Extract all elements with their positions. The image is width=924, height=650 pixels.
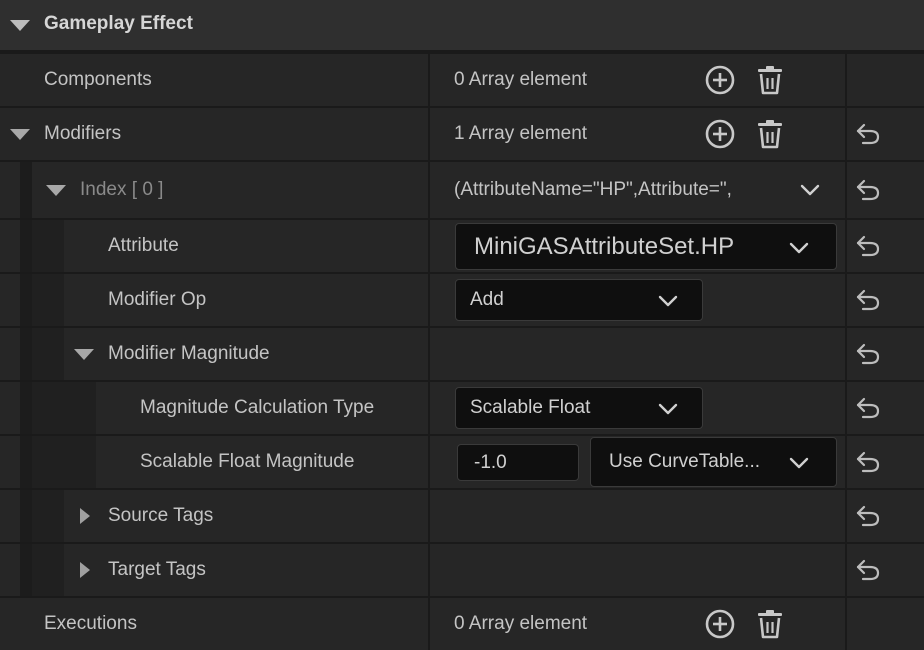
scalable-float-value-input[interactable]: -1.0 xyxy=(457,444,579,481)
delete-icon[interactable] xyxy=(753,117,787,151)
property-row-modifier-op: Modifier Op Add xyxy=(0,274,924,326)
property-row-attribute: Attribute MiniGASAttributeSet.HP xyxy=(0,220,924,272)
add-element-icon[interactable] xyxy=(703,63,737,97)
modifier-op-combo[interactable]: Add xyxy=(455,279,703,321)
reset-to-default-icon[interactable] xyxy=(855,288,881,312)
triangle-right-icon[interactable] xyxy=(80,562,90,578)
chevron-down-icon[interactable] xyxy=(799,183,821,197)
attribute-combo[interactable]: MiniGASAttributeSet.HP xyxy=(455,223,837,270)
modifier-op-value: Add xyxy=(470,289,504,310)
reset-to-default-icon[interactable] xyxy=(855,558,881,582)
reset-to-default-icon[interactable] xyxy=(855,342,881,366)
property-row-modifiers: Modifiers 1 Array element xyxy=(0,108,924,160)
reset-to-default-icon[interactable] xyxy=(855,122,881,146)
magnitude-calculation-type-value: Scalable Float xyxy=(470,397,591,418)
attribute-value: MiniGASAttributeSet.HP xyxy=(474,233,735,260)
property-label-magnitude-calculation-type: Magnitude Calculation Type xyxy=(140,397,375,418)
add-element-icon[interactable] xyxy=(703,117,737,151)
property-label-modifiers: Modifiers xyxy=(44,123,122,144)
curve-table-combo[interactable]: Use CurveTable... xyxy=(590,437,837,487)
property-label-modifier-op: Modifier Op xyxy=(108,289,207,310)
array-count-modifiers: 1 Array element xyxy=(454,123,588,144)
property-row-modifier-magnitude: Modifier Magnitude xyxy=(0,328,924,380)
reset-to-default-icon[interactable] xyxy=(855,450,881,474)
property-label-target-tags: Target Tags xyxy=(108,559,206,580)
reset-to-default-icon[interactable] xyxy=(855,504,881,528)
property-row-magnitude-calculation-type: Magnitude Calculation Type Scalable Floa… xyxy=(0,382,924,434)
add-element-icon[interactable] xyxy=(703,607,737,641)
chevron-down-icon[interactable] xyxy=(788,241,810,255)
array-index-label: Index xyxy=(80,179,127,200)
array-count-executions: 0 Array element xyxy=(454,613,588,634)
property-row-target-tags: Target Tags xyxy=(0,544,924,596)
property-row-executions: Executions 0 Array element xyxy=(0,598,924,650)
curve-table-value: Use CurveTable... xyxy=(609,451,761,472)
delete-icon[interactable] xyxy=(753,607,787,641)
property-label-components: Components xyxy=(44,69,152,90)
property-label-modifier-magnitude: Modifier Magnitude xyxy=(108,343,270,364)
delete-icon[interactable] xyxy=(753,63,787,97)
chevron-down-icon[interactable] xyxy=(788,456,810,470)
triangle-right-icon[interactable] xyxy=(80,508,90,524)
triangle-down-icon[interactable] xyxy=(10,20,30,31)
property-label-executions: Executions xyxy=(44,613,137,634)
property-label-source-tags: Source Tags xyxy=(108,505,214,526)
chevron-down-icon[interactable] xyxy=(657,294,679,308)
triangle-down-icon[interactable] xyxy=(46,185,66,196)
property-row-components: Components 0 Array element xyxy=(0,54,924,106)
reset-to-default-icon[interactable] xyxy=(855,178,881,202)
property-row-source-tags: Source Tags xyxy=(0,490,924,542)
array-index-number: [ 0 ] xyxy=(131,179,164,200)
property-row-index-0: Index [ 0 ] (AttributeName="HP",Attribut… xyxy=(0,162,924,218)
triangle-down-icon[interactable] xyxy=(74,349,94,360)
triangle-down-icon[interactable] xyxy=(10,129,30,140)
property-row-scalable-float-magnitude: Scalable Float Magnitude -1.0 Use CurveT… xyxy=(0,436,924,488)
array-count-components: 0 Array element xyxy=(454,69,588,90)
reset-to-default-icon[interactable] xyxy=(855,234,881,258)
scalable-float-value: -1.0 xyxy=(474,452,507,473)
category-title: Gameplay Effect xyxy=(44,13,193,34)
chevron-down-icon[interactable] xyxy=(657,402,679,416)
category-header-gameplay-effect[interactable]: Gameplay Effect xyxy=(0,0,924,52)
magnitude-calculation-type-combo[interactable]: Scalable Float xyxy=(455,387,703,429)
property-label-scalable-float-magnitude: Scalable Float Magnitude xyxy=(140,451,355,472)
reset-to-default-icon[interactable] xyxy=(855,396,881,420)
index-summary-text: (AttributeName="HP",Attribute=", xyxy=(454,179,732,200)
property-label-attribute: Attribute xyxy=(108,235,179,256)
